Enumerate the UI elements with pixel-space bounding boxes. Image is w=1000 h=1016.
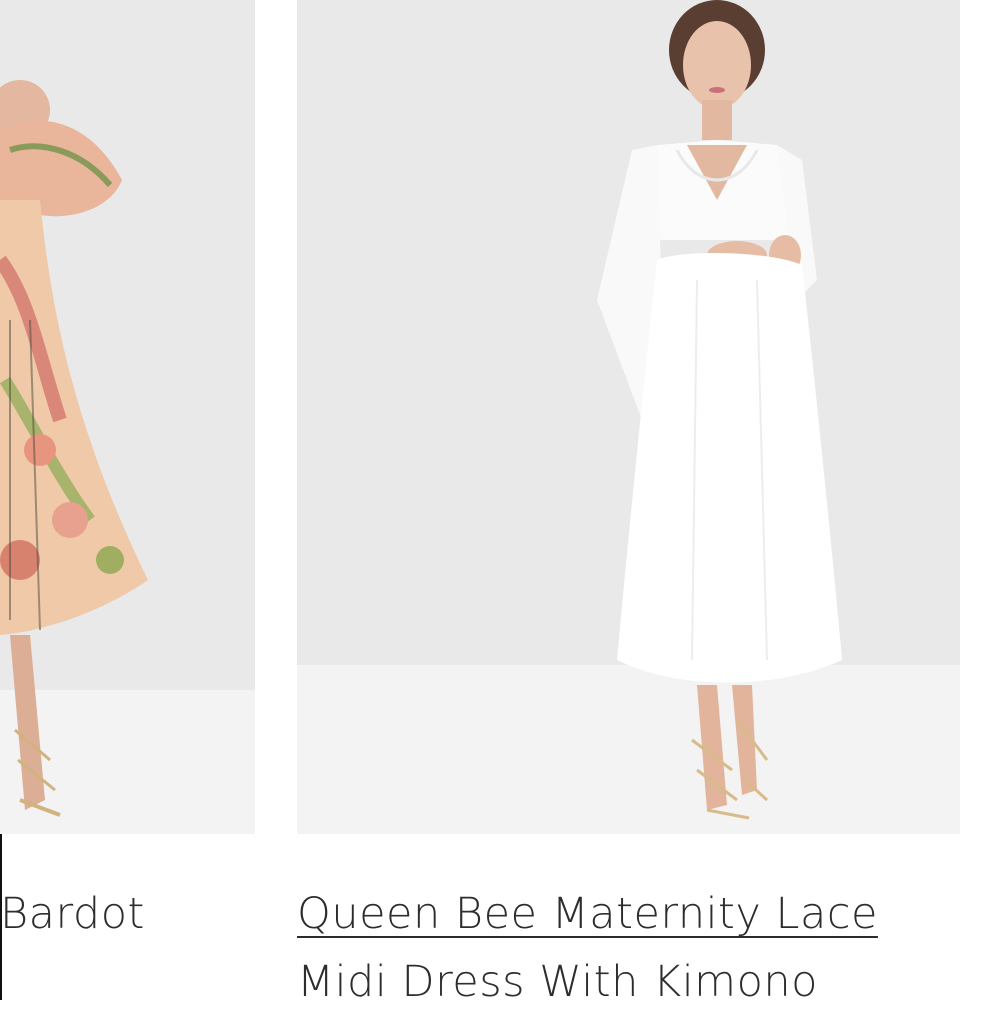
product-title-left[interactable]: Bardot bbox=[0, 880, 255, 948]
product-title-left-fragment[interactable]: Bardot bbox=[0, 880, 255, 948]
product-title-right[interactable]: Queen Bee Maternity Lace Midi Dress With… bbox=[297, 880, 960, 1016]
product-card-right[interactable]: Queen Bee Maternity Lace Midi Dress With… bbox=[297, 0, 960, 1007]
product-card-left[interactable]: Bardot bbox=[0, 0, 255, 1000]
product-image-right[interactable] bbox=[297, 0, 960, 834]
floral-dress-photo bbox=[0, 0, 255, 834]
product-title-right-line1[interactable]: Queen Bee Maternity Lace bbox=[297, 880, 960, 948]
white-dress-photo bbox=[297, 0, 960, 834]
product-title-right-line2[interactable]: Midi Dress With Kimono bbox=[297, 948, 960, 1016]
product-image-left[interactable] bbox=[0, 0, 255, 834]
